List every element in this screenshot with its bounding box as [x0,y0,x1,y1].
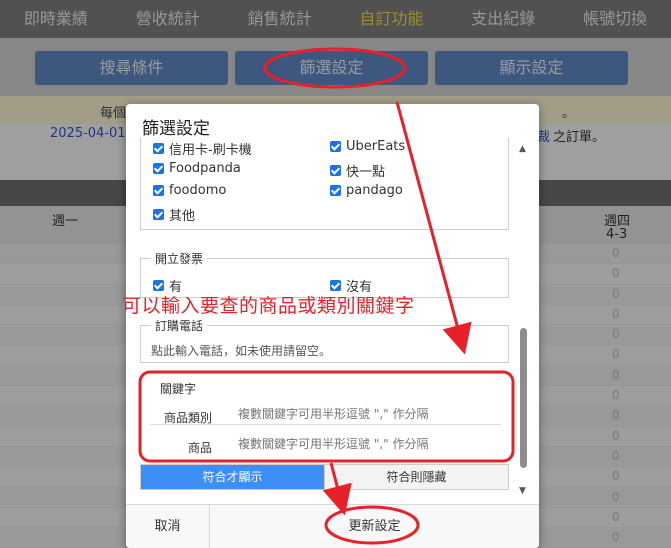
match-mode-segmented-control: 符合才顯示 符合則隱藏 [140,464,509,490]
checkbox-label: 快一點 [346,165,386,180]
checked-icon [153,209,164,220]
match-hide-button[interactable]: 符合則隱藏 [324,465,508,489]
product-keyword-input[interactable] [238,437,498,451]
checked-icon [153,163,164,174]
checked-icon [153,143,164,154]
product-keyword-label: 商品 [187,441,212,455]
modal-scrollbar[interactable]: ▲ ▼ [515,138,533,499]
payment-foodpanda-checkbox[interactable]: Foodpanda [153,161,241,176]
keyword-divider [150,424,501,425]
checkbox-label: foodomo [169,183,227,198]
phone-input[interactable]: 點此輸入電話，如未使用請留空。 [151,342,331,359]
scroll-up-arrow-icon[interactable]: ▲ [519,144,526,154]
category-keyword-input[interactable] [238,407,498,421]
checkbox-label: 信用卡-刷卡機 [169,143,252,158]
scroll-down-arrow-icon[interactable]: ▼ [519,486,526,496]
filter-settings-modal: 篩選設定 信用卡-刷卡機 UberEats Foodpanda 快一點 food… [126,104,539,548]
update-settings-button[interactable]: 更新設定 [210,505,539,548]
invoice-legend: 開立發票 [151,250,208,267]
checked-icon [153,280,164,291]
keyword-legend: 關鍵字 [156,380,201,397]
checkbox-label: pandago [346,183,403,198]
scrollbar-thumb[interactable] [520,328,527,468]
checked-icon [330,165,341,176]
payment-credit-card-checkbox[interactable]: 信用卡-刷卡機 [153,139,252,158]
payment-foodomo-checkbox[interactable]: foodomo [153,183,226,198]
payment-methods-group: 信用卡-刷卡機 UberEats Foodpanda 快一點 foodomo p… [140,138,509,230]
payment-pandago-checkbox[interactable]: pandago [330,183,403,198]
payment-other-checkbox[interactable]: 其他 [153,205,195,224]
phone-group: 訂購電話 點此輸入電話，如未使用請留空。 [140,317,509,363]
checkbox-label: UberEats [346,139,406,154]
checked-icon [330,141,341,152]
checked-icon [153,185,164,196]
modal-scroll-content[interactable]: 信用卡-刷卡機 UberEats Foodpanda 快一點 foodomo p… [126,138,539,499]
payment-kuaiyidian-checkbox[interactable]: 快一點 [330,161,385,180]
keyword-group: 關鍵字 商品類別 商品 [140,380,509,455]
payment-ubereats-checkbox[interactable]: UberEats [330,139,405,154]
checked-icon [330,280,341,291]
checkbox-label: 其他 [169,209,196,224]
annotation-text: 可以輸入要查的商品或類別關鍵字 [122,295,415,317]
checked-icon [330,185,341,196]
checkbox-label: Foodpanda [169,161,241,176]
cancel-button[interactable]: 取消 [126,505,210,548]
match-show-button[interactable]: 符合才顯示 [141,465,324,489]
modal-title: 篩選設定 [142,119,210,139]
phone-legend: 訂購電話 [151,317,208,334]
modal-footer: 取消 更新設定 [126,504,539,548]
